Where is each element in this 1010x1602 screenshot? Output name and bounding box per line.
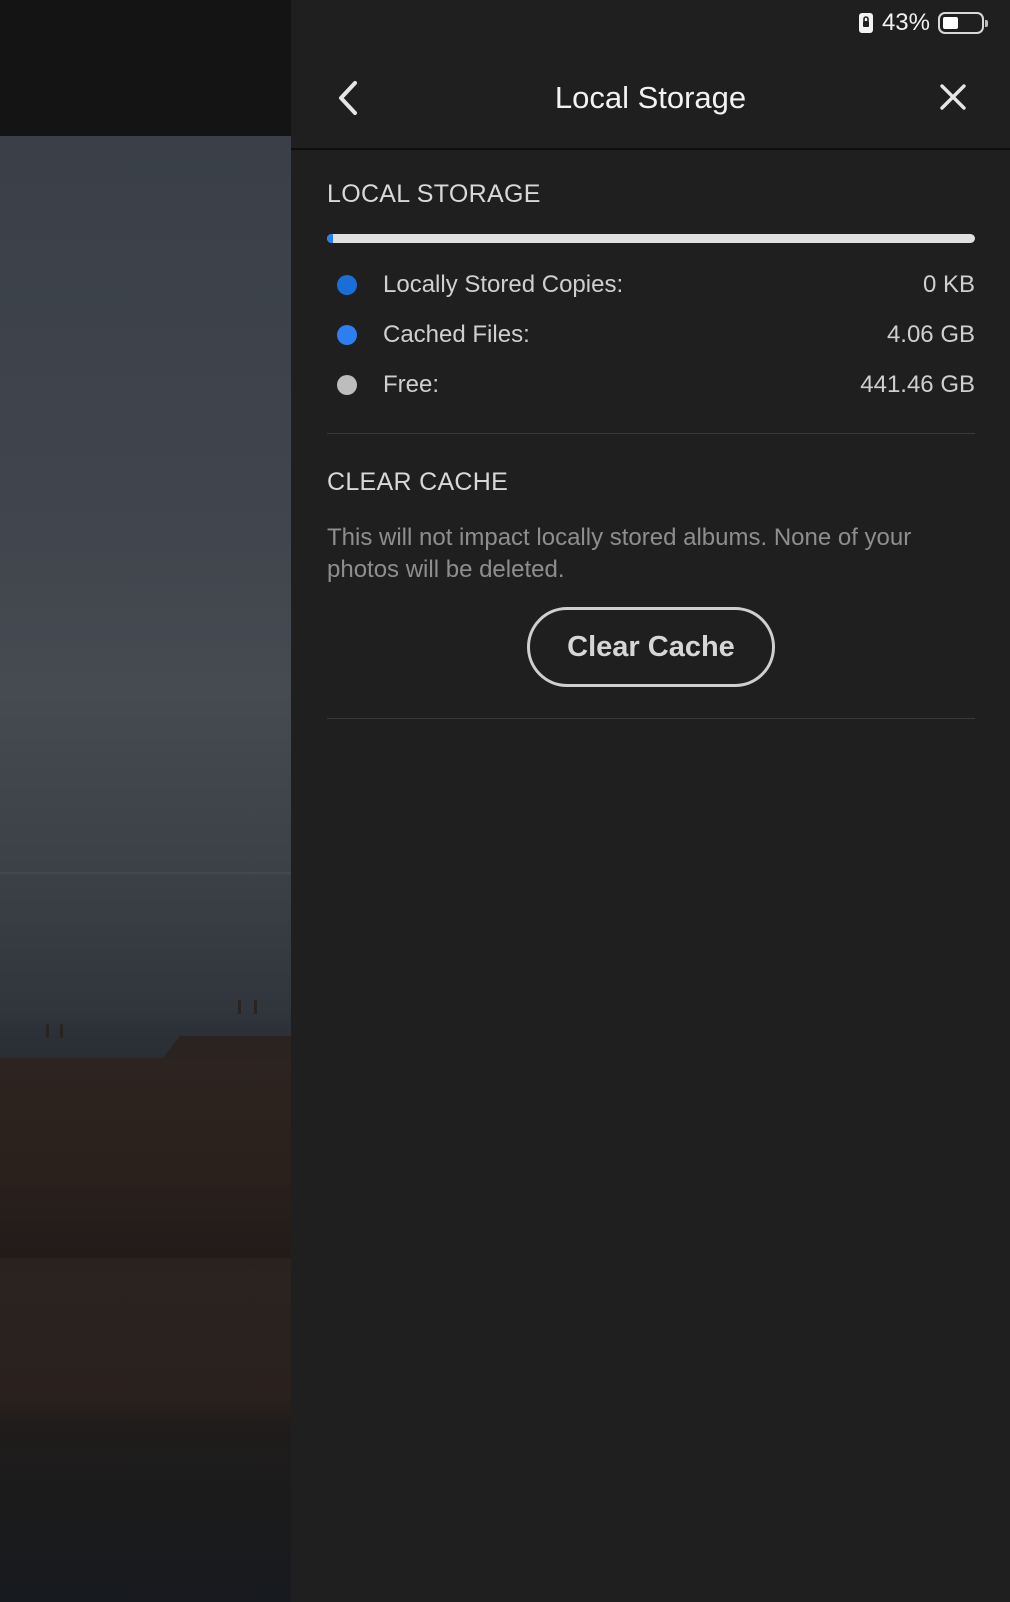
battery-nub [985, 20, 988, 27]
usage-bar-cached-segment [327, 234, 333, 243]
locally-stored-dot [337, 275, 357, 295]
clear-cache-description: This will not impact locally stored albu… [327, 524, 912, 583]
storage-row-locally-stored: Locally Stored Copies: 0 KB [327, 260, 975, 310]
screen: 43% Local Storage LOCAL STORAGE Locally … [0, 0, 1010, 1602]
close-button[interactable] [936, 80, 970, 114]
photo-horizon [0, 872, 291, 874]
photo-building [0, 1058, 291, 1258]
storage-row-label: Locally Stored Copies: [383, 271, 624, 298]
clear-cache-button[interactable]: Clear Cache [527, 607, 775, 687]
photo-post [238, 1000, 241, 1014]
local-storage-heading: LOCAL STORAGE [327, 180, 541, 208]
storage-row-cached-files: Cached Files: 4.06 GB [327, 310, 975, 360]
photo-toolbar [0, 0, 291, 136]
photo-preview[interactable] [0, 136, 291, 1602]
storage-row-value: 4.06 GB [886, 321, 975, 348]
close-icon [940, 84, 966, 110]
status-bar: 43% [858, 8, 988, 38]
section-divider [327, 433, 975, 434]
storage-row-label: Cached Files: [383, 321, 530, 348]
storage-row-label: Free: [383, 371, 440, 398]
storage-row-free: Free: 441.46 GB [327, 360, 975, 410]
battery-fill [943, 17, 958, 29]
page-title: Local Storage [554, 80, 747, 115]
battery-percent: 43% [881, 9, 930, 36]
storage-row-value: 0 KB [922, 271, 975, 298]
photo-post [254, 1000, 257, 1014]
storage-usage-bar [327, 234, 975, 243]
storage-row-value: 441.46 GB [860, 371, 975, 398]
free-space-dot [337, 375, 357, 395]
local-storage-panel: 43% Local Storage LOCAL STORAGE Locally … [291, 0, 1010, 1602]
photo-post [46, 1024, 49, 1038]
nav-header: Local Storage [291, 58, 1010, 150]
clear-cache-heading: CLEAR CACHE [327, 468, 509, 496]
photo-pane[interactable] [0, 0, 291, 1602]
storage-breakdown-list: Locally Stored Copies: 0 KB Cached Files… [327, 260, 975, 410]
photo-post [60, 1024, 63, 1038]
battery-icon [938, 12, 988, 34]
orientation-lock-icon [858, 12, 874, 34]
section-divider [327, 718, 975, 719]
cached-files-dot [337, 325, 357, 345]
